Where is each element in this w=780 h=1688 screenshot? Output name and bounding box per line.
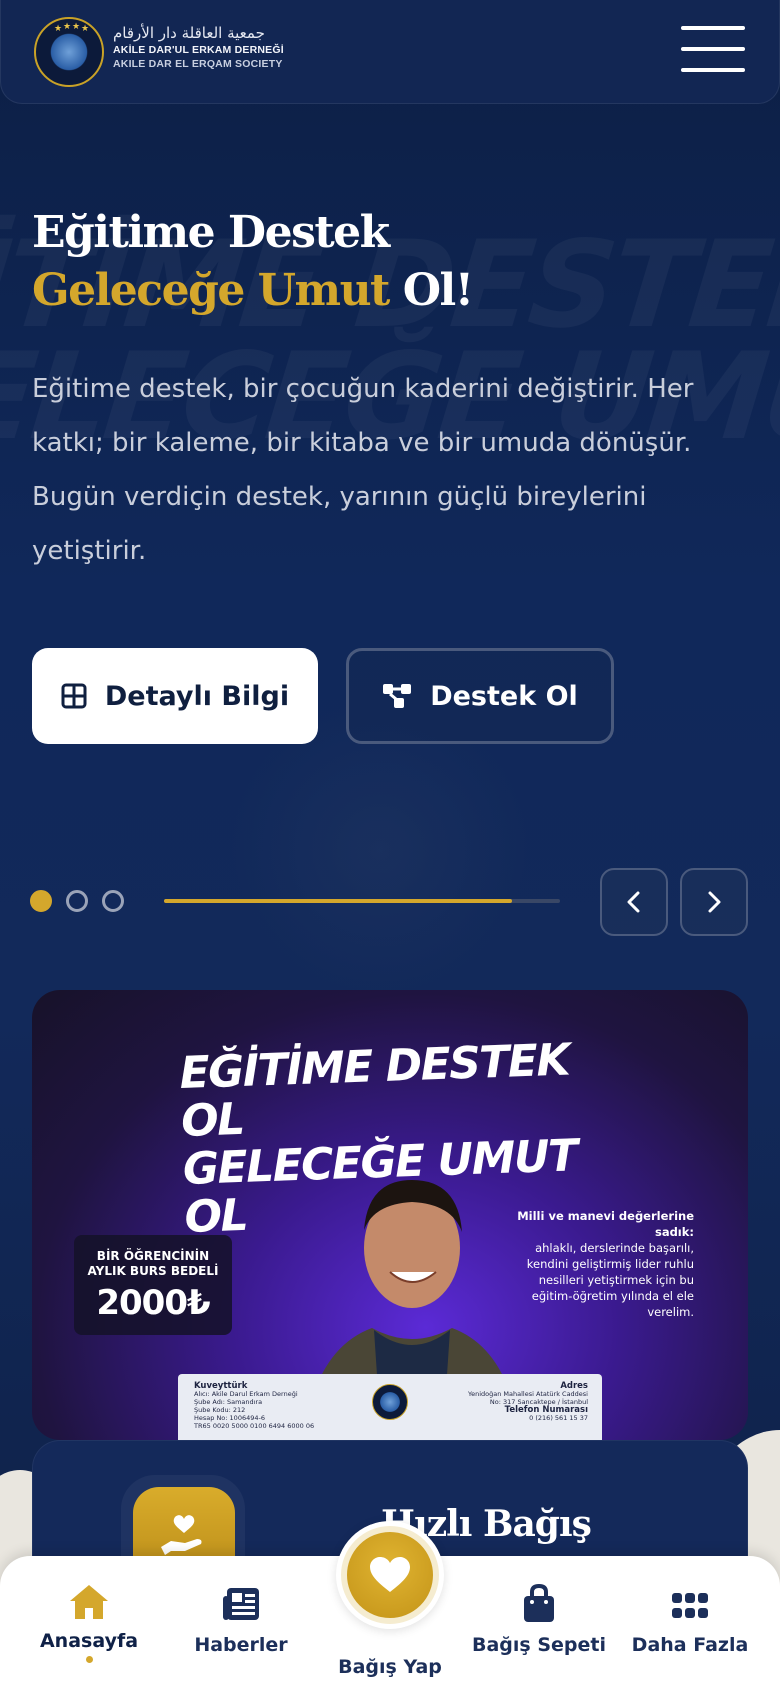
donate-fab-button[interactable] bbox=[341, 1526, 439, 1624]
address-line-1: Yenidoğan Mahallesi Atatürk Caddesi bbox=[468, 1390, 588, 1398]
support-label: Destek Ol bbox=[430, 680, 578, 712]
hero-title-gold: Geleceğe Umut bbox=[32, 265, 390, 316]
hero-title: Eğitime Destek Geleceğe Umut Ol! bbox=[32, 204, 474, 320]
slider-progress-track bbox=[164, 899, 560, 903]
slider-dot-2[interactable] bbox=[66, 890, 88, 912]
detailed-info-label: Detaylı Bilgi bbox=[104, 680, 290, 712]
support-button[interactable]: Destek Ol bbox=[346, 648, 614, 744]
nav-more[interactable]: Daha Fazla bbox=[630, 1556, 750, 1688]
banner-mission-body: ahlaklı, derslerinde başarılı, kendini g… bbox=[526, 1241, 694, 1319]
bank-line-2: Şube Adı: Samandıra bbox=[194, 1398, 263, 1406]
bank-info-strip: Kuveyttürk Alıcı: Akile Darul Erkam Dern… bbox=[178, 1374, 602, 1440]
bank-line-1: Alıcı: Akile Darul Erkam Derneği bbox=[194, 1390, 298, 1398]
logo-english-name: AKILE DAR EL ERQAM SOCIETY bbox=[113, 58, 283, 70]
nav-donation-cart[interactable]: Bağış Sepeti bbox=[470, 1556, 608, 1688]
nav-home-label: Anasayfa bbox=[39, 1630, 139, 1652]
hero-title-rest: Ol! bbox=[388, 265, 474, 316]
slider-dots bbox=[30, 890, 124, 912]
nav-active-indicator bbox=[85, 1656, 93, 1663]
slider-progress-fill bbox=[164, 899, 513, 903]
slider-prev-button[interactable] bbox=[600, 868, 668, 936]
slider-next-button[interactable] bbox=[680, 868, 748, 936]
slider-dot-1[interactable] bbox=[30, 890, 52, 912]
burs-label-line-2: AYLIK BURS BEDELİ bbox=[87, 1264, 219, 1278]
society-logo[interactable]: ★ ★ ★ ★ bbox=[34, 17, 104, 87]
logo-turkish-name: AKİLE DAR'UL ERKAM DERNEĞİ bbox=[113, 44, 284, 56]
hero-title-line-1: Eğitime Destek bbox=[32, 207, 390, 258]
banner-mission-text: Milli ve manevi değerlerine sadık: ahlak… bbox=[510, 1208, 694, 1320]
bank-line-5: TR65 0020 5000 0100 6494 6000 06 bbox=[194, 1422, 315, 1430]
phone-number: 0 (216) 561 15 37 bbox=[529, 1414, 588, 1422]
hamburger-menu-icon[interactable] bbox=[681, 26, 747, 78]
hand-heart-icon bbox=[161, 1515, 202, 1555]
grid-icon bbox=[61, 683, 87, 709]
nav-donate-label: Bağış Yap bbox=[338, 1656, 442, 1678]
newspaper-icon bbox=[223, 1588, 259, 1620]
banner-headline-line-1: EĞİTİME DESTEK OL bbox=[178, 1034, 570, 1148]
logo-arabic-name: جمعية العاقلة دار الأرقام bbox=[113, 24, 265, 42]
hero-background-image bbox=[230, 700, 530, 1000]
apps-grid-icon bbox=[672, 1593, 708, 1618]
top-header: ★ ★ ★ ★ جمعية العاقلة دار الأرقام AKİLE … bbox=[0, 0, 780, 104]
nav-news[interactable]: Haberler bbox=[192, 1556, 290, 1688]
detailed-info-button[interactable]: Detaylı Bilgi bbox=[32, 648, 318, 744]
chevron-left-icon bbox=[627, 891, 640, 913]
nav-home[interactable]: Anasayfa bbox=[39, 1556, 139, 1688]
bank-line-3: Şube Kodu: 212 bbox=[194, 1406, 246, 1414]
logo-text[interactable]: جمعية العاقلة دار الأرقام AKİLE DAR'UL E… bbox=[113, 24, 284, 70]
share-nodes-icon bbox=[383, 684, 412, 708]
contact-details: Adres Yenidoğan Mahallesi Atatürk Caddes… bbox=[468, 1382, 588, 1422]
scholarship-amount-box: BİR ÖĞRENCİNİN AYLIK BURS BEDELİ 2000₺ bbox=[74, 1235, 232, 1335]
hero-description: Eğitime destek, bir çocuğun kaderini değ… bbox=[32, 374, 694, 566]
home-icon bbox=[70, 1585, 108, 1619]
page: İTİME DESTEK ELECEĞE UMU ★ ★ ★ ★ جمعية ا… bbox=[0, 0, 780, 1688]
heart-icon bbox=[370, 1557, 410, 1592]
banner-society-logo bbox=[372, 1384, 408, 1420]
nav-donation-cart-label: Bağış Sepeti bbox=[472, 1634, 606, 1656]
shopping-bag-icon bbox=[524, 1584, 554, 1622]
bank-details: Kuveyttürk Alıcı: Akile Darul Erkam Dern… bbox=[194, 1382, 314, 1430]
burs-label-line-1: BİR ÖĞRENCİNİN bbox=[96, 1249, 210, 1263]
burs-amount: 2000₺ bbox=[96, 1283, 210, 1323]
slider-dot-3[interactable] bbox=[102, 890, 124, 912]
scholarship-banner[interactable]: EĞİTİME DESTEK OL GELECEĞE UMUT OL BİR Ö… bbox=[32, 990, 748, 1440]
nav-news-label: Haberler bbox=[194, 1634, 288, 1656]
chevron-right-icon bbox=[708, 891, 721, 913]
bank-line-4: Hesap No: 1006494-6 bbox=[194, 1414, 265, 1422]
banner-mission-bold: Milli ve manevi değerlerine sadık: bbox=[517, 1209, 694, 1239]
nav-more-label: Daha Fazla bbox=[631, 1634, 749, 1656]
